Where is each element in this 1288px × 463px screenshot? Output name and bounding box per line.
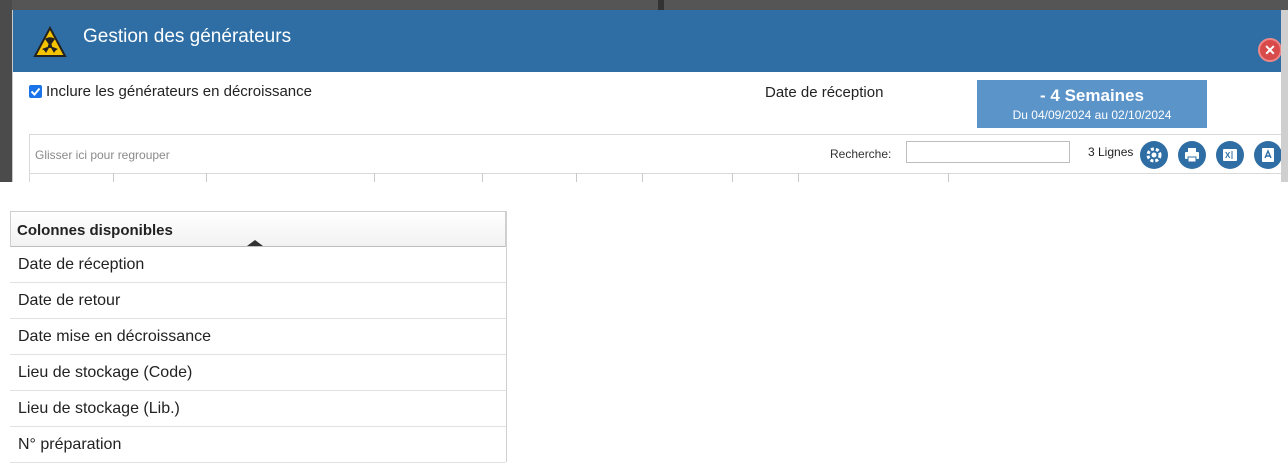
available-columns-panel: Colonnes disponibles Date de réception D…	[10, 211, 507, 463]
column-option[interactable]: Date de réception	[10, 247, 506, 283]
column-option[interactable]: Date de retour	[10, 283, 506, 319]
column-separator[interactable]	[798, 173, 799, 182]
available-columns-header[interactable]: Colonnes disponibles	[10, 211, 506, 247]
column-separator[interactable]	[374, 173, 375, 182]
radiation-warning-icon	[33, 26, 67, 57]
sort-up-icon	[247, 240, 263, 246]
dialog-title: Gestion des générateurs	[83, 26, 292, 47]
include-decay-option[interactable]: Inclure les générateurs en décroissance	[29, 83, 312, 100]
period-range-label: Du 04/09/2024 au 02/10/2024	[1012, 108, 1172, 122]
column-separator[interactable]	[732, 173, 733, 182]
print-button[interactable]	[1178, 141, 1206, 169]
available-columns-title: Colonnes disponibles	[17, 222, 173, 239]
generators-dialog: Gestion des générateurs ✕ Inclure les gé…	[12, 10, 1283, 182]
line-count: 3 Lignes	[1088, 145, 1134, 159]
include-decay-label: Inclure les générateurs en décroissance	[46, 83, 312, 100]
column-option[interactable]: Date mise en décroissance	[10, 319, 506, 355]
pdf-export-button[interactable]	[1254, 141, 1282, 169]
settings-button[interactable]	[1140, 141, 1168, 169]
column-separator[interactable]	[576, 173, 577, 182]
column-option[interactable]: Lieu de stockage (Code)	[10, 355, 506, 391]
background-right-edge	[1281, 10, 1288, 182]
column-separator[interactable]	[482, 173, 483, 182]
print-icon	[1185, 148, 1199, 163]
column-header-row	[30, 173, 1283, 182]
excel-export-icon: X	[1223, 149, 1237, 161]
pdf-export-icon	[1262, 148, 1274, 162]
close-button[interactable]: ✕	[1258, 38, 1282, 62]
checkmark-icon	[30, 87, 41, 96]
column-separator[interactable]	[113, 173, 114, 182]
svg-text:X: X	[1225, 151, 1231, 160]
search-label: Recherche:	[830, 147, 892, 161]
column-separator[interactable]	[206, 173, 207, 182]
column-separator[interactable]	[948, 173, 949, 182]
background-window	[0, 0, 1288, 10]
settings-icon	[1146, 147, 1162, 163]
column-separator[interactable]	[642, 173, 643, 182]
background-left-edge	[0, 0, 12, 182]
search-input[interactable]	[906, 141, 1070, 163]
excel-export-button[interactable]: X	[1216, 141, 1244, 169]
dialog-titlebar: Gestion des générateurs ✕	[13, 10, 1283, 72]
column-option[interactable]: N° préparation	[10, 427, 506, 463]
close-icon: ✕	[1264, 42, 1276, 58]
period-main-label: - 4 Semaines	[1040, 86, 1144, 105]
period-selector-button[interactable]: - 4 Semaines Du 04/09/2024 au 02/10/2024	[977, 80, 1207, 128]
date-filter-label: Date de réception	[765, 84, 884, 101]
group-drop-zone[interactable]: Glisser ici pour regrouper	[35, 148, 170, 162]
grid-toolbar: Glisser ici pour regrouper Recherche: 3 …	[29, 134, 1283, 182]
include-decay-checkbox[interactable]	[29, 85, 42, 98]
column-option[interactable]: Lieu de stockage (Lib.)	[10, 391, 506, 427]
